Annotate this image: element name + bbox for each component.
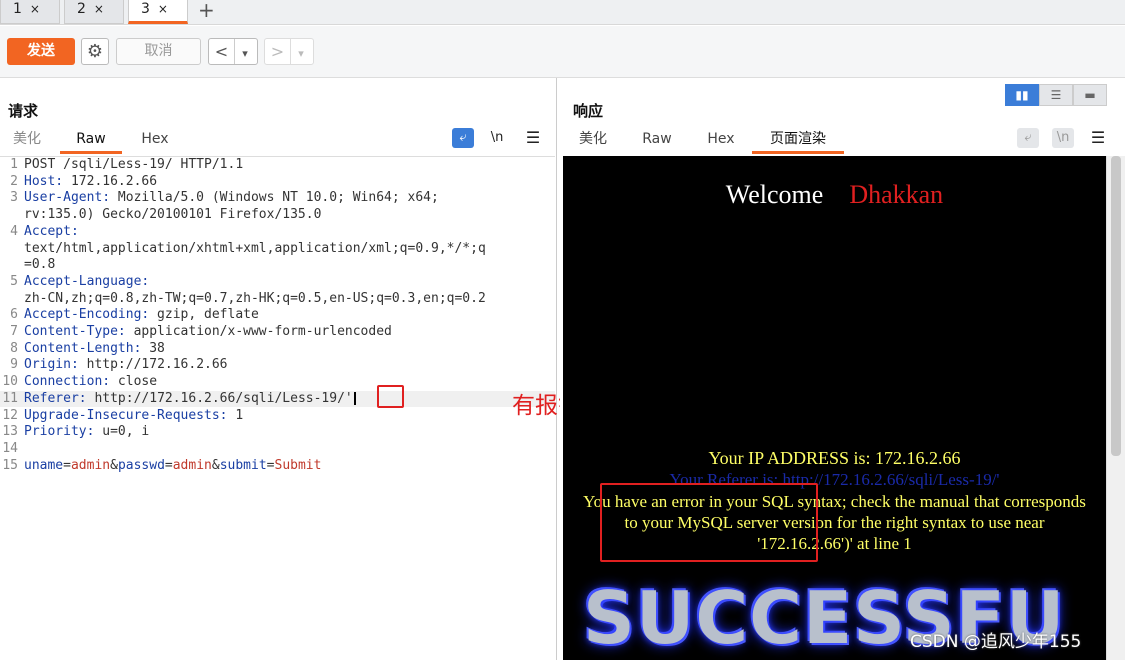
tab-2[interactable]: 2 × [64, 0, 124, 24]
request-pane: 请求 美化 Raw Hex ⤶ \n ☰ 1 POST /sqli/Less-19… [0, 78, 557, 660]
user-name: Dhakkan [849, 180, 944, 209]
editor-line: 2 Host: 172.16.2.66 [10, 173, 158, 189]
gear-icon[interactable]: ⚙ [81, 38, 109, 65]
scrollbar[interactable] [1106, 156, 1125, 660]
scrollbar-thumb[interactable] [1111, 156, 1121, 456]
menu-icon[interactable]: ☰ [1087, 128, 1109, 148]
watermark: CSDN @追风少年155 [910, 632, 1082, 652]
split-horizontal-icon[interactable]: ▮▮ [1005, 84, 1039, 106]
tab-pretty[interactable]: 美化 [578, 128, 608, 154]
editor-line: rv:135.0) Gecko/20100101 Firefox/135.0 [24, 207, 322, 223]
error-highlight-box [600, 483, 818, 562]
line-number: 1 [10, 157, 18, 172]
request-editor[interactable]: 1 POST /sqli/Less-19/ HTTP/1.1 2 Host: 172… [0, 156, 555, 660]
cancel-button[interactable]: 取消 [116, 38, 201, 65]
editor-line: 8 Content-Length: 38 [10, 340, 165, 356]
wrap-icon[interactable]: ⤶ [452, 128, 474, 148]
tab-1[interactable]: 1 × [0, 0, 60, 24]
tab-render[interactable]: 页面渲染 [752, 128, 844, 154]
send-button[interactable]: 发送 [7, 38, 75, 65]
tab-bar: 1 × 2 × 3 × + [0, 0, 1125, 25]
editor-line: 7 Content-Type: application/x-www-form-ur… [10, 324, 392, 339]
tab-pretty[interactable]: 美化 [12, 128, 42, 154]
editor-line: 13 Priority: u=0, i [2, 424, 150, 440]
response-title: 响应 [573, 102, 604, 120]
editor-line: 3 User-Agent: Mozilla/5.0 (Windows NT 10.… [10, 190, 439, 206]
close-icon[interactable]: × [158, 2, 168, 16]
chevron-down-icon[interactable]: ▾ [235, 41, 255, 66]
forward-button[interactable]: > ▾ [264, 38, 314, 65]
toolbar: 发送 ⚙ 取消 < ▾ > ▾ [0, 26, 1125, 78]
newline-toggle[interactable]: \n [1052, 128, 1074, 148]
editor-line: text/html,application/xhtml+xml,applicat… [24, 240, 486, 256]
text-cursor [353, 391, 356, 405]
new-tab-icon[interactable]: + [198, 0, 215, 22]
editor-line: 14 [2, 440, 18, 456]
close-icon[interactable]: × [30, 2, 40, 16]
wrap-icon[interactable]: ⤶ [1017, 128, 1039, 148]
quote-highlight-box [377, 385, 404, 408]
split-vertical-icon[interactable]: ☰ [1039, 84, 1073, 106]
tab-label: 2 [77, 1, 86, 17]
request-title: 请求 [8, 102, 39, 120]
chevron-left-icon[interactable]: < [209, 39, 235, 64]
close-icon[interactable]: × [94, 2, 104, 16]
single-pane-icon[interactable]: ▬ [1073, 84, 1107, 106]
editor-line: 6 Accept-Encoding: gzip, deflate [10, 307, 259, 323]
chevron-down-icon[interactable]: ▾ [291, 41, 311, 66]
editor-line: 4 Accept: [10, 223, 79, 239]
tab-3[interactable]: 3 × [128, 0, 188, 24]
ip-address-line: Your IP ADDRESS is: 172.16.2.66 [708, 448, 961, 468]
tab-hex[interactable]: Hex [140, 128, 170, 154]
tab-raw[interactable]: Raw [60, 128, 122, 154]
editor-line: 10 Connection: close [2, 374, 158, 390]
rendered-page: Welcome Dhakkan Your IP ADDRESS is: 172.1… [563, 156, 1106, 660]
welcome-heading: Welcome Dhakkan [725, 180, 944, 209]
tab-label: 3 [141, 1, 150, 17]
editor-line-body: 15 uname=admin&passwd=admin&submit=Submit [2, 457, 322, 473]
tab-label: 1 [13, 1, 22, 17]
tab-hex[interactable]: Hex [706, 128, 736, 154]
chevron-right-icon[interactable]: > [265, 39, 291, 64]
editor-line: 5 Accept-Language: [10, 273, 150, 289]
editor-line: 1 POST /sqli/Less-19/ HTTP/1.1 [0, 157, 555, 174]
editor-line: 12 Upgrade-Insecure-Requests: 1 [2, 407, 244, 423]
editor-line: =0.8 [24, 257, 56, 273]
menu-icon[interactable]: ☰ [522, 128, 544, 148]
back-button[interactable]: < ▾ [208, 38, 258, 65]
tab-raw[interactable]: Raw [642, 128, 672, 154]
editor-line: zh-CN,zh;q=0.8,zh-TW;q=0.7,zh-HK;q=0.5,e… [24, 290, 486, 306]
editor-line: 9 Origin: http://172.16.2.66 [10, 357, 228, 373]
newline-toggle[interactable]: \n [486, 128, 508, 148]
editor-line-referer: 11 Referer: http://172.16.2.66/sqli/Less-… [0, 390, 555, 408]
